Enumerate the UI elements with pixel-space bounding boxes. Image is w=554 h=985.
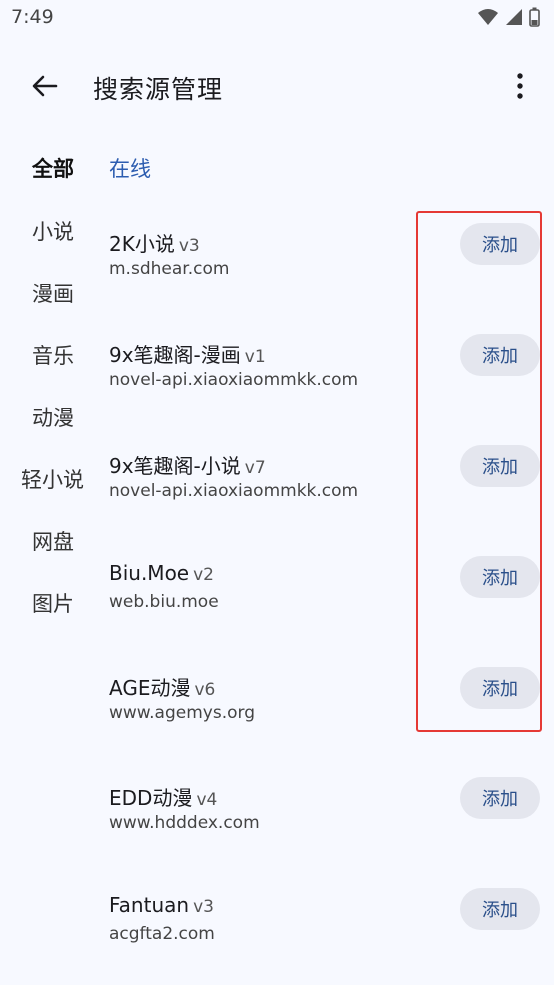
- source-version: v1: [244, 347, 266, 367]
- back-button[interactable]: [22, 68, 66, 108]
- source-url: www.hdddex.com: [109, 813, 260, 833]
- source-url: web.biu.moe: [109, 592, 219, 612]
- status-time: 7:49: [11, 6, 54, 28]
- list-item: Fantuan v3 acgfta2.com 添加: [109, 888, 549, 973]
- source-version: v2: [193, 565, 214, 585]
- category-anime[interactable]: 动漫: [32, 402, 74, 432]
- category-image[interactable]: 图片: [32, 588, 74, 618]
- category-comic[interactable]: 漫画: [32, 278, 74, 308]
- add-button[interactable]: 添加: [460, 777, 540, 819]
- source-url: www.agemys.org: [109, 703, 255, 723]
- source-name: Fantuan: [109, 893, 190, 917]
- category-music[interactable]: 音乐: [32, 340, 74, 370]
- status-bar: 7:49: [0, 0, 554, 40]
- source-name: EDD动漫: [109, 786, 193, 810]
- source-version: v3: [193, 897, 214, 917]
- source-name: 2K小说: [109, 232, 175, 256]
- highlight-annotation-box: [416, 211, 542, 732]
- source-name: 9x笔趣阁-漫画: [109, 343, 241, 367]
- arrow-back-icon: [30, 72, 58, 104]
- more-options-button[interactable]: [500, 68, 540, 108]
- source-name: AGE动漫: [109, 676, 191, 700]
- app-bar: 搜索源管理: [0, 52, 554, 122]
- category-novel[interactable]: 小说: [32, 216, 74, 246]
- more-vert-icon: [516, 72, 524, 104]
- filter-all[interactable]: 全部: [32, 153, 74, 183]
- source-version: v7: [244, 458, 266, 478]
- battery-icon: [529, 7, 540, 31]
- source-url: novel-api.xiaoxiaommkk.com: [109, 370, 359, 390]
- source-url: acgfta2.com: [109, 924, 215, 944]
- source-url: m.sdhear.com: [109, 259, 230, 279]
- source-version: v3: [178, 236, 200, 256]
- wifi-icon: [477, 7, 499, 31]
- add-button[interactable]: 添加: [460, 888, 540, 930]
- source-name: 9x笔趣阁-小说: [109, 454, 241, 478]
- category-netdisk[interactable]: 网盘: [32, 526, 74, 556]
- category-light-novel[interactable]: 轻小说: [21, 464, 84, 494]
- list-item: EDD动漫 v4 www.hdddex.com 添加: [109, 777, 549, 862]
- source-version: v6: [194, 680, 216, 700]
- source-name: Biu.Moe: [109, 561, 190, 585]
- signal-icon: [505, 7, 523, 31]
- page-title: 搜索源管理: [93, 75, 224, 104]
- status-icons: [477, 7, 540, 31]
- filter-online[interactable]: 在线: [109, 153, 151, 183]
- source-version: v4: [196, 790, 218, 810]
- source-url: novel-api.xiaoxiaommkk.com: [109, 481, 359, 501]
